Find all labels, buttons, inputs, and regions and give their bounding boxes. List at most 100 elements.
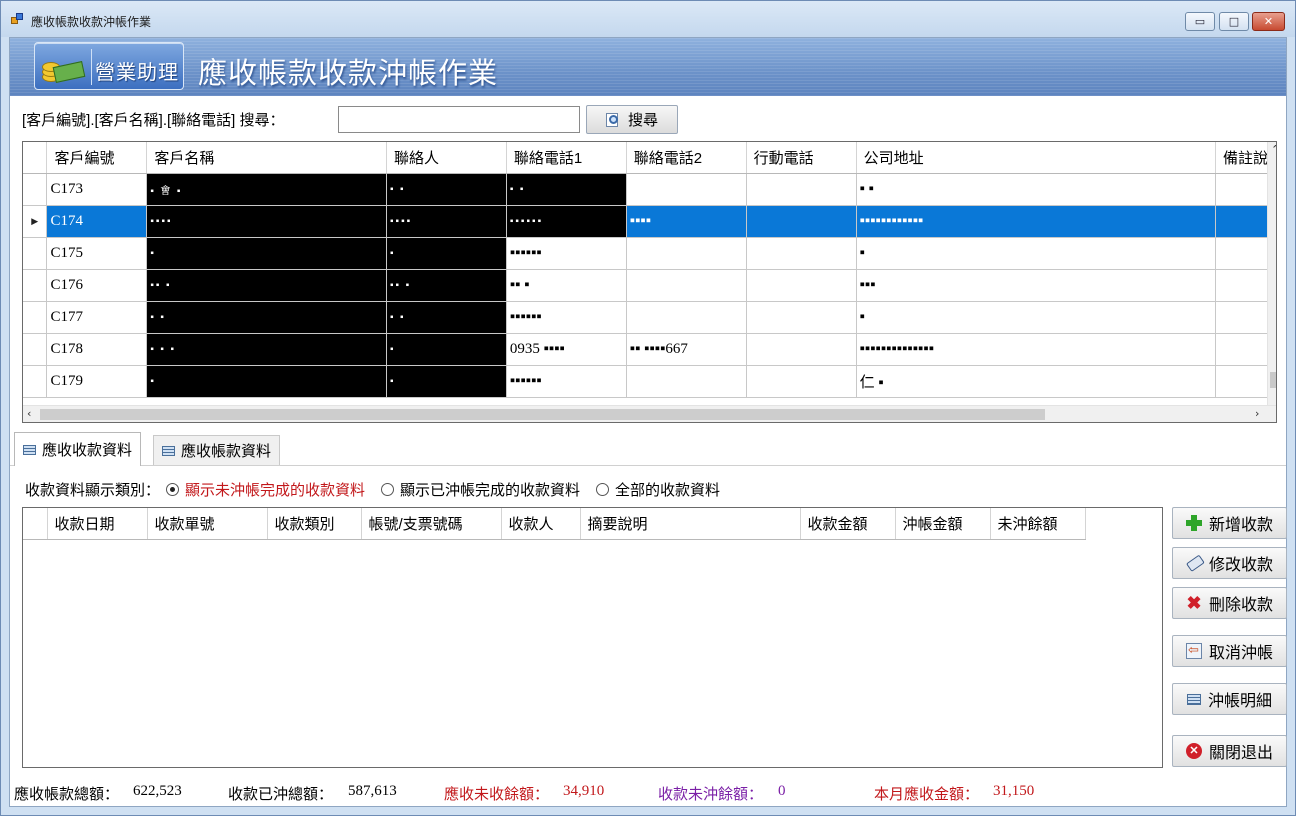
cancel-offset-button[interactable]: 取消沖帳 [1172, 635, 1287, 667]
row-header[interactable] [23, 365, 48, 398]
close-window-button[interactable]: ✕ [1252, 12, 1285, 31]
phone1-cell[interactable]: ▪▪ ▪ [506, 269, 627, 302]
customer-name-cell[interactable]: ▪▪ ▪ [146, 269, 387, 302]
address-cell[interactable]: ▪▪▪ [856, 269, 1216, 302]
customer-name-cell[interactable]: ▪ ▪ [146, 301, 387, 334]
phone2-cell[interactable] [626, 365, 747, 398]
row-header[interactable] [23, 173, 48, 206]
mobile-cell[interactable] [746, 333, 857, 366]
row-header[interactable] [23, 301, 48, 334]
customer-id-cell[interactable]: C177 [46, 301, 148, 334]
customer-grid[interactable]: 客戶編號 客戶名稱 聯絡人 聯絡電話1 聯絡電話2 行動電話 公司地址 備註說 … [22, 141, 1277, 423]
address-cell[interactable]: ▪ [856, 237, 1216, 270]
scroll-right-icon[interactable]: › [1255, 407, 1259, 420]
column-header[interactable]: 收款金額 [800, 508, 896, 540]
mobile-cell[interactable] [746, 205, 857, 238]
customer-id-cell[interactable]: C173 [46, 173, 148, 206]
row-header[interactable] [23, 237, 48, 270]
phone1-cell[interactable]: ▪▪▪▪▪▪ [506, 301, 627, 334]
phone1-cell[interactable]: ▪▪▪▪▪▪ [506, 365, 627, 398]
add-receipt-button[interactable]: 新增收款 [1172, 507, 1287, 539]
filter-option-settled[interactable]: 顯示已沖帳完成的收款資料 [381, 479, 580, 500]
phone2-cell[interactable]: ▪▪▪▪ [626, 205, 747, 238]
horizontal-scrollbar[interactable]: ‹ › [23, 405, 1276, 422]
column-header[interactable]: 收款類別 [267, 508, 362, 540]
horizontal-scroll-thumb[interactable] [40, 409, 1045, 420]
search-input[interactable] [338, 106, 580, 133]
column-header[interactable]: 行動電話 [746, 142, 857, 174]
column-header[interactable]: 收款人 [501, 508, 581, 540]
address-cell[interactable]: 仁 ▪ [856, 365, 1216, 398]
table-row[interactable]: C176 ▪▪ ▪ ▪▪ ▪ ▪▪ ▪ ▪▪▪ [23, 269, 1276, 302]
minimize-button[interactable]: ▭ [1185, 12, 1215, 31]
edit-receipt-button[interactable]: 修改收款 [1172, 547, 1287, 579]
close-exit-button[interactable]: ✕ 關閉退出 [1172, 735, 1287, 767]
column-header[interactable]: 聯絡人 [386, 142, 507, 174]
customer-name-cell[interactable]: ▪ [146, 365, 387, 398]
contact-cell[interactable]: ▪▪▪▪ [386, 205, 507, 238]
address-cell[interactable]: ▪ ▪ [856, 173, 1216, 206]
vertical-scrollbar[interactable]: ⌃ [1267, 142, 1276, 405]
address-cell[interactable]: ▪ [856, 301, 1216, 334]
customer-name-cell[interactable]: ▪ [146, 237, 387, 270]
mobile-cell[interactable] [746, 301, 857, 334]
address-cell[interactable]: ▪▪▪▪▪▪▪▪▪▪▪▪▪▪ [856, 333, 1216, 366]
contact-cell[interactable]: ▪ ▪ [386, 173, 507, 206]
table-row[interactable]: C175 ▪ ▪ ▪▪▪▪▪▪ ▪ [23, 237, 1276, 270]
tab-receipts[interactable]: 應收收款資料 [14, 432, 142, 466]
table-row-selected[interactable]: ▶ C174 ▪▪▪▪ ▪▪▪▪ ▪▪▪▪▪▪ ▪▪▪▪ ▪▪▪▪▪▪▪▪▪▪▪… [23, 205, 1276, 238]
address-cell[interactable]: ▪▪▪▪▪▪▪▪▪▪▪▪ [856, 205, 1216, 238]
table-row[interactable]: C173 ▪ 會 ▪ ▪ ▪ ▪ ▪ ▪ ▪ [23, 173, 1276, 206]
column-header[interactable]: 客戶編號 [46, 142, 148, 174]
column-header[interactable]: 收款日期 [47, 508, 148, 540]
filter-option-unsettled[interactable]: 顯示未沖帳完成的收款資料 [166, 479, 365, 500]
customer-name-cell[interactable]: ▪ 會 ▪ [146, 173, 387, 206]
radio-selected-icon[interactable] [166, 483, 180, 496]
contact-cell[interactable]: ▪ [386, 365, 507, 398]
customer-id-cell[interactable]: C179 [46, 365, 148, 398]
contact-cell[interactable]: ▪ [386, 237, 507, 270]
payment-grid[interactable]: 收款日期 收款單號 收款類別 帳號/支票號碼 收款人 摘要說明 收款金額 沖帳金… [22, 507, 1163, 768]
contact-cell[interactable]: ▪▪ ▪ [386, 269, 507, 302]
phone1-cell[interactable]: 0935 ▪▪▪▪ [506, 333, 627, 366]
row-header[interactable] [23, 333, 48, 366]
filter-option-all[interactable]: 全部的收款資料 [596, 479, 720, 500]
column-header[interactable]: 收款單號 [147, 508, 268, 540]
table-row[interactable]: C179 ▪ ▪ ▪▪▪▪▪▪ 仁 ▪ [23, 365, 1276, 398]
phone2-cell[interactable] [626, 301, 747, 334]
mobile-cell[interactable] [746, 237, 857, 270]
vertical-scroll-thumb[interactable] [1270, 372, 1276, 388]
delete-receipt-button[interactable]: ✖ 刪除收款 [1172, 587, 1287, 619]
table-row[interactable]: C178 ▪ ▪ ▪ ▪ 0935 ▪▪▪▪ ▪▪ ▪▪▪▪667 ▪▪▪▪▪▪… [23, 333, 1276, 366]
mobile-cell[interactable] [746, 173, 857, 206]
row-header[interactable] [23, 269, 48, 302]
offset-detail-button[interactable]: 沖帳明細 [1172, 683, 1287, 715]
phone1-cell[interactable]: ▪▪▪▪▪▪ [506, 237, 627, 270]
phone2-cell[interactable]: ▪▪ ▪▪▪▪667 [626, 333, 747, 366]
customer-id-cell[interactable]: C178 [46, 333, 148, 366]
mobile-cell[interactable] [746, 365, 857, 398]
radio-icon[interactable] [381, 483, 395, 496]
customer-id-cell[interactable]: C176 [46, 269, 148, 302]
radio-icon[interactable] [596, 483, 610, 496]
title-bar[interactable]: 應收帳款收款沖帳作業 ▭ □ ✕ [1, 1, 1295, 37]
column-header[interactable]: 未沖餘額 [990, 508, 1086, 540]
maximize-button[interactable]: □ [1219, 12, 1249, 31]
column-header[interactable]: 聯絡電話2 [626, 142, 747, 174]
customer-name-cell[interactable]: ▪▪▪▪ [146, 205, 387, 238]
tab-receivables[interactable]: 應收帳款資料 [153, 435, 281, 465]
table-row[interactable]: C177 ▪ ▪ ▪ ▪ ▪▪▪▪▪▪ ▪ [23, 301, 1276, 334]
column-header[interactable]: 摘要說明 [580, 508, 801, 540]
phone2-cell[interactable] [626, 237, 747, 270]
scroll-left-icon[interactable]: ‹ [27, 407, 31, 420]
phone1-cell[interactable]: ▪▪▪▪▪▪ [506, 205, 627, 238]
mobile-cell[interactable] [746, 269, 857, 302]
customer-id-cell[interactable]: C175 [46, 237, 148, 270]
customer-name-cell[interactable]: ▪ ▪ ▪ [146, 333, 387, 366]
column-header[interactable]: 聯絡電話1 [506, 142, 627, 174]
scroll-up-icon[interactable]: ⌃ [1271, 143, 1276, 156]
row-header-current[interactable]: ▶ [23, 205, 48, 238]
search-button[interactable]: 搜尋 [586, 105, 678, 134]
phone2-cell[interactable] [626, 269, 747, 302]
column-header[interactable]: 公司地址 [856, 142, 1216, 174]
